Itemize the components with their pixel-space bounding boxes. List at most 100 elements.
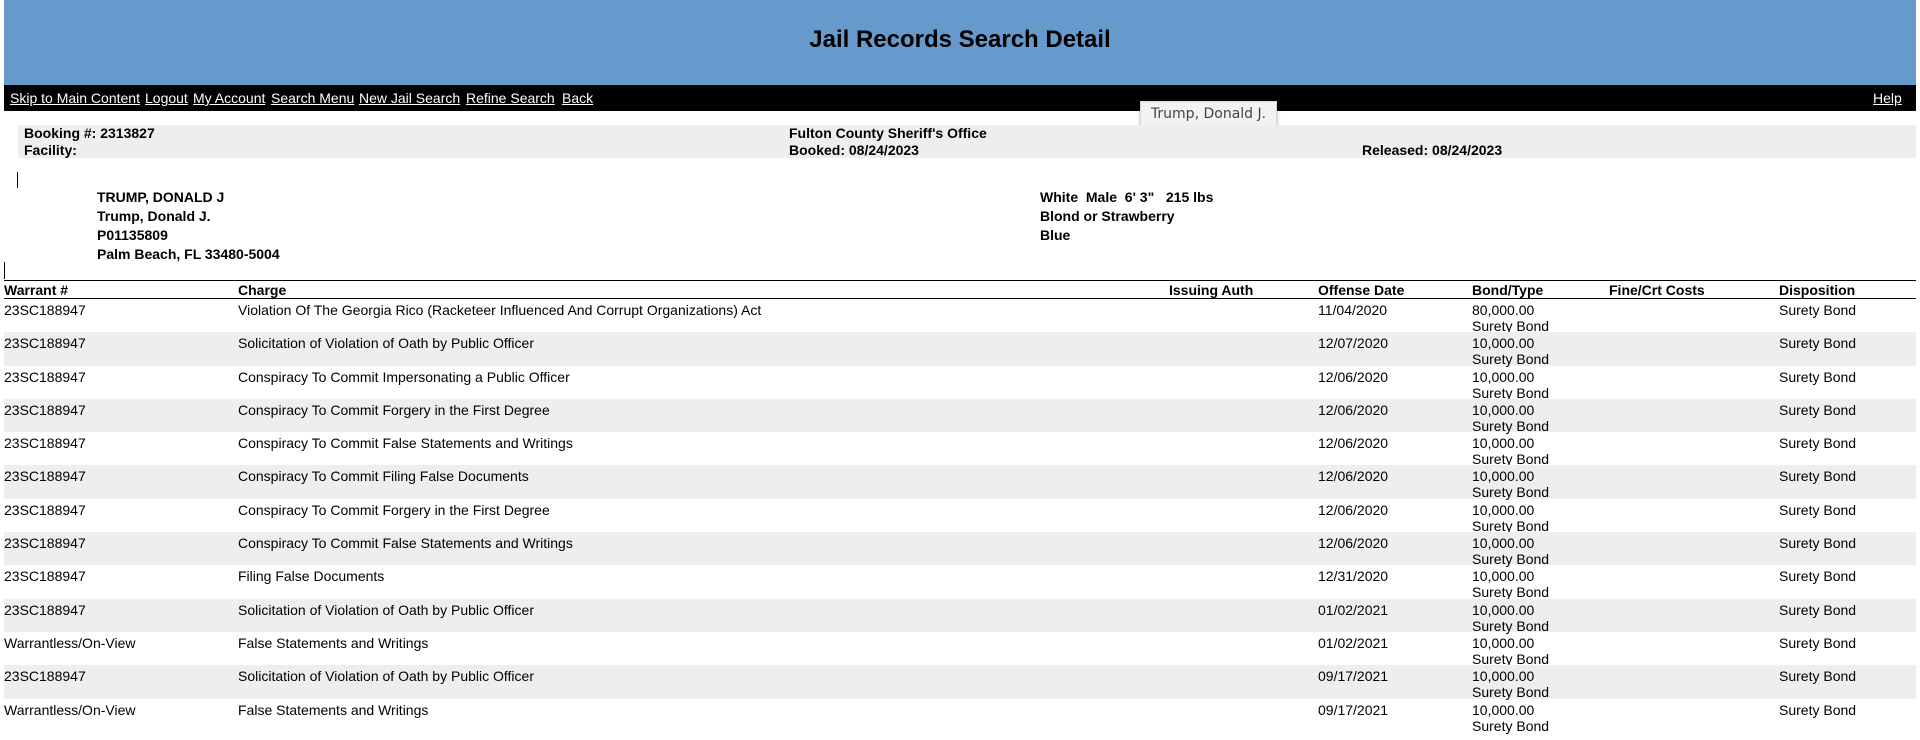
cell-warrant: 23SC188947 (4, 401, 86, 418)
cell-disposition: Surety Bond (1779, 601, 1857, 618)
person-eyes: Blue (1040, 227, 1071, 243)
skip-to-main-link[interactable]: Skip to Main Content (10, 90, 140, 106)
table-row: 23SC188947 Solicitation of Violation of O… (4, 332, 1916, 367)
cell-bond: 10,000.00 (1472, 368, 1535, 385)
table-row: Warrantless/On-View False Statements and … (4, 699, 1916, 734)
help-link[interactable]: Help (1873, 90, 1902, 106)
cell-bond: 10,000.00 (1472, 335, 1535, 352)
search-menu-link[interactable]: Search Menu (271, 90, 354, 106)
released-date: Released: 08/24/2023 (1362, 142, 1503, 158)
cell-offense-date: 01/02/2021 (1318, 601, 1389, 618)
cell-disposition: Surety Bond (1779, 501, 1857, 518)
cell-warrant: 23SC188947 (4, 368, 86, 385)
cell-bond: 10,000.00 (1472, 501, 1535, 518)
cell-bond: 10,000.00 (1472, 535, 1535, 552)
cell-charge: False Statements and Writings (238, 701, 429, 718)
cell-charge: Conspiracy To Commit False Statements an… (238, 435, 573, 452)
cell-offense-date: 12/06/2020 (1318, 501, 1389, 518)
text-cursor (17, 172, 18, 188)
table-row: 23SC188947 Filing False Documents 12/31/20… (4, 565, 1916, 600)
page-title: Jail Records Search Detail (809, 26, 1111, 53)
cell-offense-date: 12/31/2020 (1318, 568, 1389, 585)
cell-charge: Filing False Documents (238, 568, 385, 585)
back-link[interactable]: Back (562, 90, 593, 106)
col-charge: Charge (238, 282, 287, 298)
cell-disposition: Surety Bond (1779, 668, 1857, 685)
person-address: Palm Beach, FL 33480-5004 (97, 246, 280, 262)
col-offense-date: Offense Date (1318, 282, 1405, 298)
charges-table-body: 23SC188947 Violation Of The Georgia Rico … (4, 299, 1916, 734)
table-row: 23SC188947 Conspiracy To Commit Filing Fa… (4, 465, 1916, 500)
cell-charge: False Statements and Writings (238, 634, 429, 651)
table-row: 23SC188947 Violation Of The Georgia Rico … (4, 299, 1916, 334)
cell-charge: Violation Of The Georgia Rico (Racketeer… (238, 302, 762, 318)
cell-disposition: Surety Bond (1779, 535, 1857, 552)
cell-disposition: Surety Bond (1779, 568, 1857, 585)
booking-number: Booking #: 2313827 (24, 125, 155, 141)
table-row: 23SC188947 Conspiracy To Commit Forgery i… (4, 398, 1916, 434)
name-tooltip: Trump, Donald J. (1140, 101, 1277, 127)
col-bond-type: Bond/Type (1472, 282, 1544, 298)
cell-offense-date: 12/06/2020 (1318, 468, 1389, 485)
cell-bond: 10,000.00 (1472, 435, 1535, 452)
table-row: 23SC188947 Conspiracy To Commit False Sta… (4, 432, 1916, 467)
person-hair: Blond or Strawberry (1040, 208, 1175, 224)
person-race-sex-height-weight: White Male 6' 3" 215 lbs (1040, 189, 1214, 205)
text-cursor-2 (4, 262, 5, 279)
cell-disposition: Surety Bond (1779, 701, 1857, 718)
cell-offense-date: 12/06/2020 (1318, 435, 1389, 452)
person-name-block: TRUMP, DONALD J Trump, Donald J. P011358… (97, 188, 280, 264)
cell-charge: Solicitation of Violation of Oath by Pub… (238, 601, 534, 618)
cell-disposition: Surety Bond (1779, 302, 1857, 318)
cell-warrant: 23SC188947 (4, 501, 86, 518)
person-description-block: White Male 6' 3" 215 lbs Blond or Strawb… (1040, 188, 1213, 245)
cell-offense-date: 09/17/2021 (1318, 701, 1389, 718)
cell-warrant: 23SC188947 (4, 435, 86, 452)
col-warrant: Warrant # (4, 282, 69, 298)
cell-warrant: 23SC188947 (4, 468, 86, 485)
table-row: 23SC188947 Solicitation of Violation of O… (4, 665, 1916, 700)
cell-bond: 10,000.00 (1472, 701, 1535, 718)
cell-offense-date: 11/04/2020 (1318, 302, 1388, 318)
cell-bond: 10,000.00 (1472, 568, 1535, 585)
cell-charge: Conspiracy To Commit False Statements an… (238, 535, 573, 552)
cell-bond-type: Surety Bond (1472, 717, 1550, 734)
agency-name: Fulton County Sheriff's Office (789, 125, 987, 141)
charges-table-header: Warrant # Charge Issuing Auth Offense Da… (4, 280, 1916, 299)
refine-search-link[interactable]: Refine Search (466, 90, 555, 106)
cell-charge: Conspiracy To Commit Forgery in the Firs… (238, 501, 550, 518)
col-fine-costs: Fine/Crt Costs (1609, 282, 1705, 298)
cell-bond: 10,000.00 (1472, 668, 1535, 685)
cell-charge: Conspiracy To Commit Filing False Docume… (238, 468, 529, 485)
col-disposition: Disposition (1779, 282, 1856, 298)
cell-warrant: 23SC188947 (4, 668, 86, 685)
table-row: 23SC188947 Conspiracy To Commit Forgery i… (4, 499, 1916, 534)
cell-disposition: Surety Bond (1779, 368, 1857, 385)
cell-charge: Solicitation of Violation of Oath by Pub… (238, 335, 534, 352)
logout-link[interactable]: Logout (145, 90, 188, 106)
cell-warrant: 23SC188947 (4, 568, 86, 585)
person-name-upper: TRUMP, DONALD J (97, 189, 225, 205)
new-jail-search-link[interactable]: New Jail Search (359, 90, 460, 106)
cell-warrant: 23SC188947 (4, 335, 86, 352)
cell-disposition: Surety Bond (1779, 401, 1857, 418)
cell-warrant: Warrantless/On-View (4, 701, 136, 718)
cell-bond: 10,000.00 (1472, 401, 1535, 418)
my-account-link[interactable]: My Account (193, 90, 265, 106)
cell-warrant: 23SC188947 (4, 535, 86, 552)
cell-disposition: Surety Bond (1779, 335, 1857, 352)
cell-bond: 10,000.00 (1472, 634, 1535, 651)
facility-label: Facility: (24, 142, 77, 158)
cell-bond: 10,000.00 (1472, 601, 1535, 618)
table-row: Warrantless/On-View False Statements and … (4, 632, 1916, 667)
person-name: Trump, Donald J. (97, 208, 211, 224)
cell-bond: 80,000.00 (1472, 302, 1535, 318)
table-row: 23SC188947 Conspiracy To Commit False Sta… (4, 532, 1916, 567)
cell-warrant: 23SC188947 (4, 601, 86, 618)
page-header: Jail Records Search Detail (4, 0, 1916, 85)
nav-bar: Skip to Main Content Logout My Account S… (4, 85, 1916, 111)
cell-charge: Conspiracy To Commit Forgery in the Firs… (238, 401, 550, 418)
cell-disposition: Surety Bond (1779, 634, 1857, 651)
cell-warrant: 23SC188947 (4, 302, 86, 318)
cell-charge: Conspiracy To Commit Impersonating a Pub… (238, 368, 570, 385)
